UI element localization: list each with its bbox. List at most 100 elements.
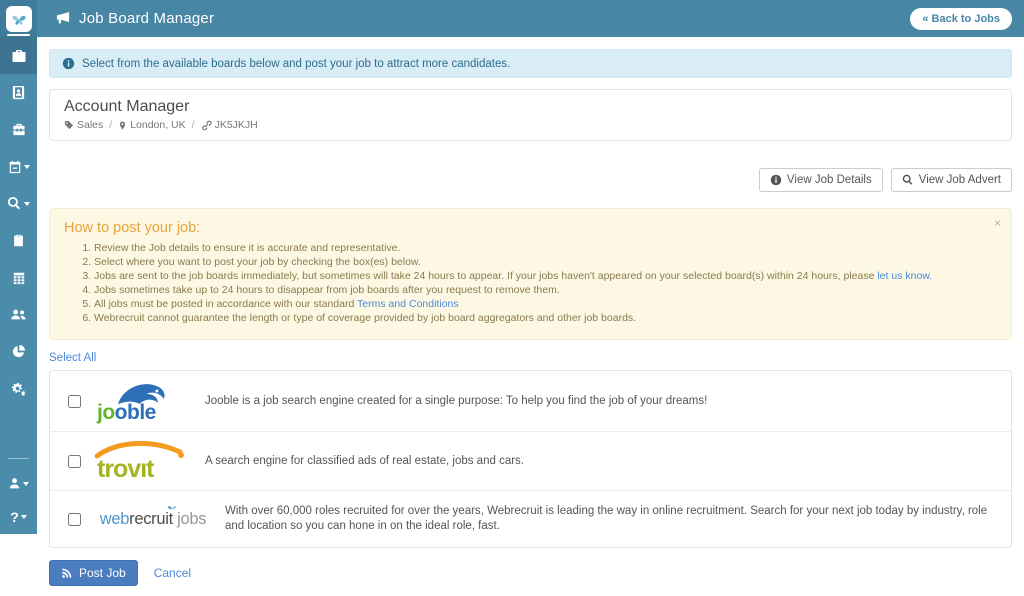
link-icon: [201, 120, 212, 131]
sidebar-divider: [8, 458, 29, 459]
sidebar-item-settings[interactable]: [0, 370, 37, 407]
howto-step-text: Jobs sometimes take up to 24 hours to di…: [94, 284, 560, 296]
jooble-logo-text: jooble: [97, 402, 156, 423]
post-job-button[interactable]: Post Job: [49, 560, 138, 586]
megaphone-icon: [55, 11, 71, 26]
search-icon: [7, 196, 22, 211]
webrecruit-checkbox[interactable]: [68, 513, 81, 526]
cancel-link[interactable]: Cancel: [154, 566, 191, 580]
job-category-text: Sales: [77, 119, 103, 131]
sidebar-item-calendar[interactable]: [0, 259, 37, 296]
job-summary-card: Account Manager Sales / London, UK: [49, 89, 1012, 141]
sidebar-item-toolbox[interactable]: [0, 111, 37, 148]
trovit-i-dot: [178, 452, 184, 458]
users-icon: [10, 307, 27, 322]
trovit-text-p1: trov: [97, 455, 140, 483]
meta-separator: /: [109, 119, 112, 131]
howto-step: Select where you want to post your job b…: [94, 256, 997, 270]
address-book-icon: [11, 85, 26, 100]
view-job-details-button[interactable]: View Job Details: [759, 168, 883, 192]
logo-underline: [7, 34, 30, 36]
info-circle-icon: [770, 174, 782, 186]
briefcase-icon: [11, 48, 27, 64]
sidebar: ?: [0, 37, 37, 534]
board-row-trovit: trovıt A search engine for classified ad…: [50, 432, 1011, 491]
view-job-advert-label: View Job Advert: [919, 174, 1001, 186]
job-boards-list: jooble Jooble is a job search engine cre…: [49, 370, 1012, 548]
webrecruit-text-web: web: [100, 510, 129, 528]
howto-step: Jobs sometimes take up to 24 hours to di…: [94, 284, 997, 298]
butterfly-icon: [166, 503, 178, 513]
search-icon: [902, 174, 914, 186]
job-category: Sales: [64, 119, 103, 131]
footer-actions: Post Job Cancel: [49, 560, 1012, 596]
howto-step-text: Select where you want to post your job b…: [94, 256, 421, 268]
pie-chart-icon: [11, 344, 26, 359]
clipboard-icon: [12, 233, 25, 248]
info-alert: Select from the available boards below a…: [49, 49, 1012, 78]
app-logo[interactable]: [0, 0, 37, 37]
how-to-post-title: How to post your job:: [64, 220, 997, 236]
view-job-advert-button[interactable]: View Job Advert: [891, 168, 1012, 192]
chevron-down-icon: [23, 482, 29, 486]
job-actions: View Job Details View Job Advert: [49, 168, 1012, 192]
sidebar-item-users[interactable]: [0, 296, 37, 333]
board-row-webrecruit: webrecruit jobs With over 60,000 roles r…: [50, 491, 1011, 547]
job-location-text: London, UK: [130, 119, 185, 131]
toolbox-icon: [11, 122, 27, 137]
job-location: London, UK: [118, 119, 185, 131]
sidebar-item-help[interactable]: ?: [0, 502, 37, 532]
howto-inline-link[interactable]: let us know.: [877, 270, 932, 282]
page-title: Job Board Manager: [55, 10, 214, 27]
howto-step: Review the Job details to ensure it is a…: [94, 242, 997, 256]
sidebar-item-jobs[interactable]: [0, 37, 37, 74]
chevron-down-icon: [24, 165, 30, 169]
webrecruit-logo: webrecruit jobs: [89, 510, 217, 529]
jooble-description: Jooble is a job search engine created fo…: [197, 394, 999, 409]
close-icon[interactable]: ×: [994, 217, 1001, 229]
howto-step: Webrecruit cannot guarantee the length o…: [94, 312, 997, 326]
gears-icon: [10, 381, 27, 397]
howto-step: All jobs must be posted in accordance wi…: [94, 298, 997, 312]
jooble-logo: jooble: [89, 379, 197, 423]
sidebar-item-clipboard[interactable]: [0, 222, 37, 259]
jooble-checkbox[interactable]: [68, 395, 81, 408]
map-marker-icon: [118, 120, 127, 131]
sidebar-item-schedule[interactable]: [0, 148, 37, 185]
job-meta: Sales / London, UK /: [64, 119, 997, 131]
page-title-text: Job Board Manager: [79, 10, 214, 27]
select-all-link[interactable]: Select All: [49, 352, 96, 364]
how-to-post-panel: × How to post your job: Review the Job d…: [49, 208, 1012, 340]
butterfly-logo-icon: [6, 6, 32, 32]
info-circle-icon: [62, 57, 75, 70]
view-job-details-label: View Job Details: [787, 174, 872, 186]
trovit-checkbox[interactable]: [68, 455, 81, 468]
question-icon: ?: [10, 509, 19, 525]
sidebar-item-account[interactable]: [0, 465, 37, 502]
trovit-logo-text: trovıt: [97, 457, 154, 482]
howto-step: Jobs are sent to the job boards immediat…: [94, 270, 997, 284]
howto-step-text: Webrecruit cannot guarantee the length o…: [94, 312, 636, 324]
trovit-text-p2: ıt: [140, 455, 153, 483]
post-job-label: Post Job: [79, 566, 126, 580]
topbar: Job Board Manager « Back to Jobs: [0, 0, 1024, 37]
job-reference: JK5JKJH: [201, 119, 258, 131]
job-title: Account Manager: [64, 98, 997, 116]
sidebar-bottom: ?: [0, 452, 37, 534]
calendar-minus-icon: [8, 160, 22, 174]
howto-step-text: All jobs must be posted in accordance wi…: [94, 298, 357, 310]
jooble-text-blue: oble: [115, 401, 156, 424]
sidebar-item-reports[interactable]: [0, 333, 37, 370]
meta-separator: /: [192, 119, 195, 131]
webrecruit-description: With over 60,000 roles recruited for ove…: [217, 504, 999, 534]
rss-icon: [61, 567, 73, 579]
sidebar-item-search[interactable]: [0, 185, 37, 222]
howto-inline-link[interactable]: Terms and Conditions: [357, 298, 459, 310]
jooble-text-green: jo: [97, 401, 115, 424]
user-icon: [8, 477, 21, 490]
info-alert-text: Select from the available boards below a…: [82, 58, 510, 70]
back-to-jobs-button[interactable]: « Back to Jobs: [910, 8, 1012, 30]
sidebar-item-candidates[interactable]: [0, 74, 37, 111]
main-content: Select from the available boards below a…: [37, 37, 1024, 596]
trovit-description: A search engine for classified ads of re…: [197, 454, 999, 469]
